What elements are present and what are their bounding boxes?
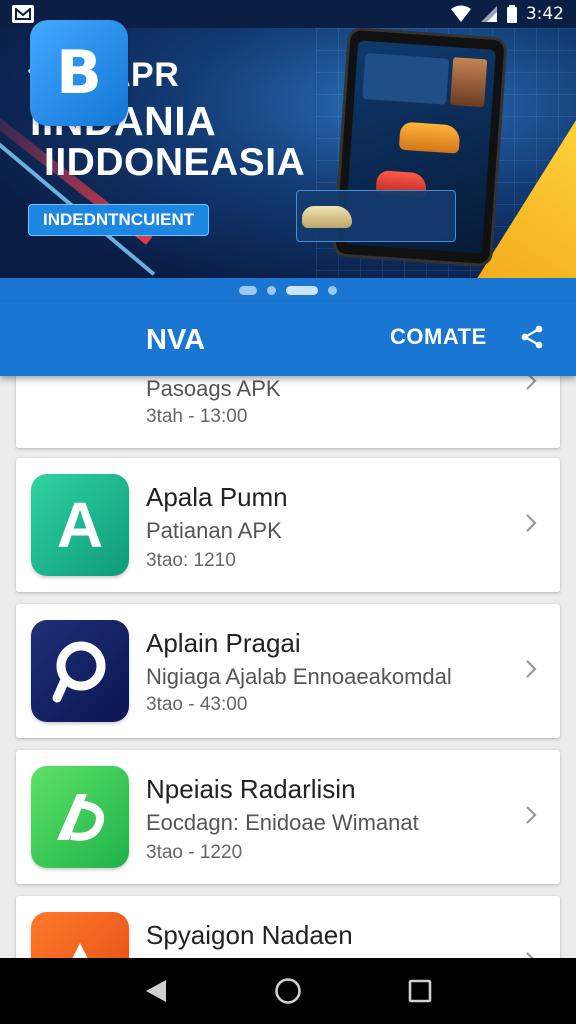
person-image	[450, 57, 488, 108]
recents-icon	[408, 979, 432, 1003]
app-subtitle: Pasoags APK	[146, 376, 281, 401]
list-item[interactable]: A Apala Pumn Patianan APK 3tao: 1210	[16, 458, 560, 592]
status-icons: 3:42	[450, 4, 564, 24]
app-subtitle: Eocdagn: Enidoae Wimanat	[146, 810, 419, 835]
app-name: Aplain Pragai	[146, 628, 301, 658]
home-icon	[275, 978, 301, 1004]
list-item[interactable]: Npeiais Radarlisin Eocdagn: Enidoae Wima…	[16, 750, 560, 884]
app-icon	[31, 620, 129, 722]
car-image	[302, 206, 352, 228]
app-subtitle: Patianan APK	[146, 518, 282, 543]
app-meta: 3tao: 1210	[146, 550, 236, 571]
app-name: Npeiais Radarlisin	[146, 774, 356, 804]
chevron-right-icon	[526, 806, 537, 824]
nav-back-button[interactable]	[136, 971, 176, 1011]
status-time: 3:42	[525, 4, 564, 24]
share-icon[interactable]	[520, 324, 544, 350]
app-icon-glyph	[57, 794, 104, 841]
list-item[interactable]: Aplain Pragai Nigiaga Ajalab Ennoaeakomd…	[16, 604, 560, 738]
battery-icon	[506, 5, 517, 23]
back-icon	[146, 980, 166, 1002]
app-name: Spyaigon Nadaen	[146, 920, 353, 950]
nav-home-button[interactable]	[268, 971, 308, 1011]
app-logo[interactable]: B	[30, 20, 128, 126]
signal-icon	[480, 6, 497, 22]
app-title: NVA	[146, 324, 206, 356]
app-meta: 3tah - 13:00	[146, 406, 248, 427]
app-header: NVA COMATE	[0, 302, 576, 376]
app-icon-glyph	[52, 641, 106, 703]
app-meta: 3tao - 43:00	[146, 694, 248, 715]
banner-badge[interactable]: INDEDNTNCUIENT	[28, 204, 210, 236]
banner-headline: IIDDONEASIA	[44, 141, 306, 184]
carousel-dot[interactable]	[267, 285, 276, 295]
comate-button[interactable]: COMATE	[390, 324, 487, 350]
carousel-dot[interactable]	[239, 285, 257, 295]
carousel-dot[interactable]	[328, 285, 337, 295]
app-icon-letter: A	[56, 489, 104, 561]
system-navigation-bar	[0, 958, 576, 1024]
carousel-dot-active[interactable]	[286, 285, 318, 295]
app-name: Apala Pumn	[146, 482, 288, 512]
chevron-right-icon	[526, 514, 537, 532]
nav-recents-button[interactable]	[400, 971, 440, 1011]
carousel-indicators	[0, 278, 576, 302]
car-image	[398, 121, 461, 154]
app-icon: A	[31, 474, 129, 576]
app-meta: 3tao - 1220	[146, 842, 243, 863]
gmail-icon	[12, 5, 34, 23]
chevron-right-icon	[526, 660, 537, 678]
app-subtitle: Nigiaga Ajalab Ennoaeakomdal	[146, 664, 452, 689]
app-icon	[31, 766, 129, 868]
wifi-icon	[450, 5, 471, 22]
app-logo-letter: B	[56, 38, 102, 108]
